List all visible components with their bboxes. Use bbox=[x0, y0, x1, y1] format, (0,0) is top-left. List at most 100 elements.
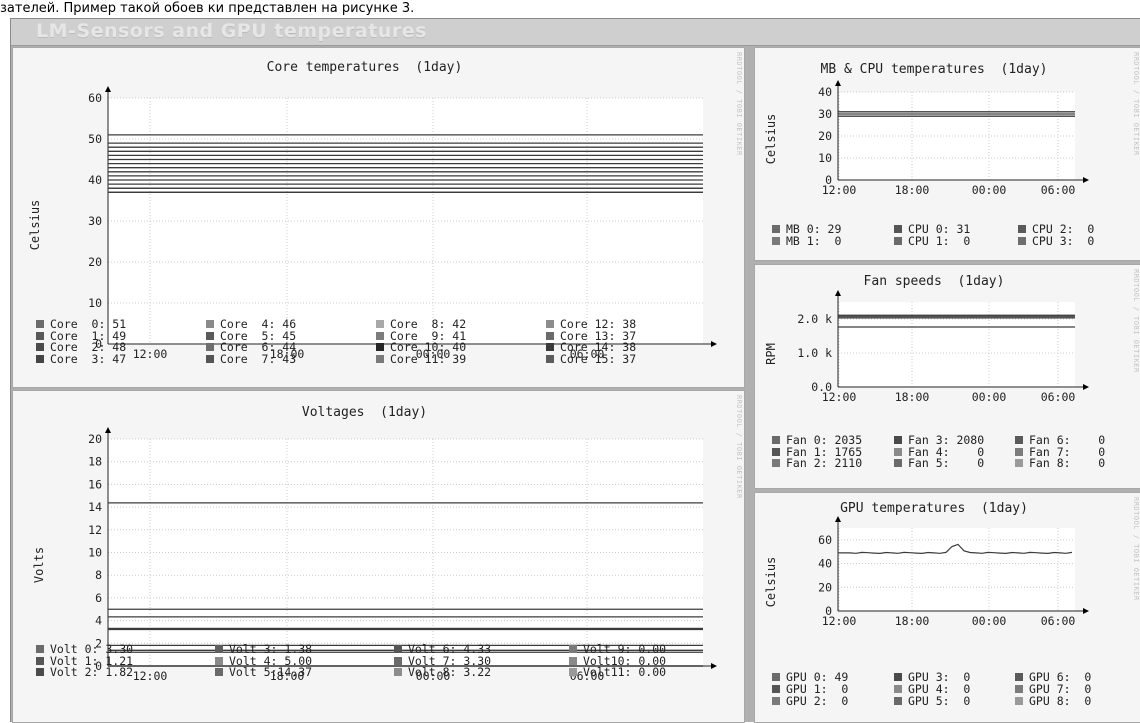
legend-swatch bbox=[772, 436, 780, 444]
legend-swatch bbox=[206, 331, 214, 340]
legend-swatch bbox=[215, 645, 223, 653]
legend-swatch bbox=[215, 668, 223, 676]
x-tick-label: 06:00 bbox=[1041, 614, 1076, 628]
legend-label: Volt11: 0.00 bbox=[583, 665, 667, 679]
y-tick-label: 20 bbox=[818, 129, 832, 143]
legend-label: Volt 2: 1.82 bbox=[50, 665, 134, 679]
legend-swatch bbox=[376, 343, 384, 351]
x-axis-arrow bbox=[1083, 384, 1089, 390]
legend-swatch bbox=[546, 343, 554, 351]
y-tick-label: 12 bbox=[88, 523, 102, 537]
legend-label: Core 3: 47 bbox=[50, 351, 127, 366]
y-tick-label: 20 bbox=[88, 255, 102, 269]
core-temperatures-graph: Core temperatures (1day) RRDTOOL / TOBI O… bbox=[12, 47, 745, 388]
y-tick-label: 10 bbox=[88, 546, 102, 560]
legend-item: Volt11: 0.00 bbox=[569, 665, 667, 679]
x-tick-label: 18:00 bbox=[895, 614, 930, 628]
legend-swatch bbox=[36, 354, 44, 363]
y-tick-label: 8 bbox=[95, 568, 102, 582]
legend-swatch bbox=[894, 697, 902, 705]
legend-swatch bbox=[36, 656, 44, 665]
y-tick-label: 60 bbox=[818, 533, 832, 547]
plot-background bbox=[838, 528, 1075, 611]
legend-label: MB 1: 0 bbox=[786, 234, 842, 248]
legend-swatch bbox=[1018, 225, 1026, 233]
gpu-temperatures-graph: GPU temperatures (1day) RRDTOOL / TOBI OE… bbox=[754, 492, 1140, 723]
legend-swatch bbox=[894, 225, 902, 233]
legend-label: CPU 3: 0 bbox=[1032, 234, 1095, 248]
legend-label: GPU 5: 0 bbox=[908, 694, 971, 708]
voltages-graph: Voltages (1day) RRDTOOL / TOBI OETIKER Vol… bbox=[12, 390, 745, 723]
legend-swatch bbox=[569, 656, 577, 665]
legend-item: Fan 5: 0 bbox=[894, 456, 985, 470]
legend-swatch bbox=[376, 331, 384, 340]
legend-label: CPU 1: 0 bbox=[908, 234, 971, 248]
legend-label: Fan 5: 0 bbox=[908, 456, 985, 470]
x-tick-label: 06:00 bbox=[1041, 390, 1076, 404]
legend-item: GPU 8: 0 bbox=[1015, 694, 1092, 708]
y-tick-label: 10 bbox=[88, 296, 102, 310]
legend-swatch bbox=[394, 645, 402, 653]
y-tick-label: 14 bbox=[88, 500, 102, 514]
legend-item: Volt 5:14.37 bbox=[215, 666, 312, 679]
legend-swatch bbox=[1015, 697, 1023, 705]
legend-label: Volt 8: 3.22 bbox=[408, 665, 492, 679]
legend-swatch bbox=[1015, 447, 1023, 456]
legend-swatch bbox=[772, 237, 780, 245]
legend-item: CPU 1: 0 bbox=[894, 234, 971, 248]
x-tick-label: 12:00 bbox=[822, 390, 857, 404]
legend-item: Core 3: 47 bbox=[36, 351, 127, 366]
y-tick-label: 40 bbox=[818, 557, 832, 571]
legend-swatch bbox=[36, 645, 44, 653]
legend-label: GPU 2: 0 bbox=[786, 694, 849, 708]
x-tick-label: 00:00 bbox=[972, 614, 1007, 628]
legend-label: GPU 8: 0 bbox=[1029, 694, 1092, 708]
legend-swatch bbox=[1015, 673, 1023, 681]
legend-swatch bbox=[376, 354, 384, 363]
legend-swatch bbox=[215, 656, 223, 665]
legend-swatch bbox=[772, 697, 780, 705]
legend-item: Core 7: 43 bbox=[206, 351, 297, 366]
y-tick-label: 20 bbox=[818, 580, 832, 594]
y-tick-label: 40 bbox=[818, 85, 832, 99]
legend-swatch bbox=[772, 459, 780, 467]
legend-item: Fan 8: 0 bbox=[1015, 457, 1105, 470]
window-titlebar: LM-Sensors and GPU temperatures bbox=[11, 19, 1140, 46]
legend-label: Core 11: 39 bbox=[390, 351, 467, 366]
legend-swatch bbox=[894, 673, 902, 681]
legend-swatch bbox=[894, 459, 902, 467]
legend-swatch bbox=[1018, 237, 1026, 245]
x-tick-label: 18:00 bbox=[895, 183, 930, 197]
legend-swatch bbox=[546, 331, 554, 340]
legend-item: MB 1: 0 bbox=[772, 234, 842, 248]
legend-label: Core 7: 43 bbox=[220, 351, 297, 366]
mb-cpu-temperatures-graph: MB & CPU temperatures (1day) RRDTOOL / TO… bbox=[754, 47, 1140, 261]
y-axis-arrow bbox=[105, 86, 111, 92]
legend-swatch bbox=[36, 320, 44, 328]
y-axis-arrow bbox=[105, 427, 111, 433]
legend-label: Fan 2: 2110 bbox=[786, 456, 863, 470]
legend-swatch bbox=[772, 225, 780, 233]
legend-swatch bbox=[1015, 436, 1023, 444]
fan-speeds-graph: Fan speeds (1day) RRDTOOL / TOBI OETIKER R… bbox=[754, 264, 1140, 489]
x-axis-arrow bbox=[711, 663, 717, 669]
legend-item: GPU 2: 0 bbox=[772, 694, 849, 708]
x-axis-arrow bbox=[711, 341, 717, 347]
y-axis-arrow bbox=[835, 290, 841, 296]
legend-swatch bbox=[1015, 459, 1023, 467]
y-axis-arrow bbox=[835, 516, 841, 522]
legend-swatch bbox=[36, 343, 44, 351]
legend-swatch bbox=[894, 447, 902, 456]
legend-swatch bbox=[1015, 685, 1023, 693]
y-tick-label: 6 bbox=[95, 591, 102, 605]
page-caption: зателей. Пример такой обоев ки представл… bbox=[0, 0, 1140, 18]
legend-label: Core 15: 37 bbox=[560, 351, 637, 366]
legend-item: GPU 5: 0 bbox=[894, 694, 971, 708]
y-axis-arrow bbox=[835, 80, 841, 86]
y-tick-label: 4 bbox=[95, 614, 102, 628]
legend-swatch bbox=[569, 668, 577, 676]
x-tick-label: 12:00 bbox=[822, 183, 857, 197]
legend-item: Fan 2: 2110 bbox=[772, 456, 863, 470]
x-axis-arrow bbox=[1083, 177, 1089, 183]
legend-swatch bbox=[772, 447, 780, 456]
